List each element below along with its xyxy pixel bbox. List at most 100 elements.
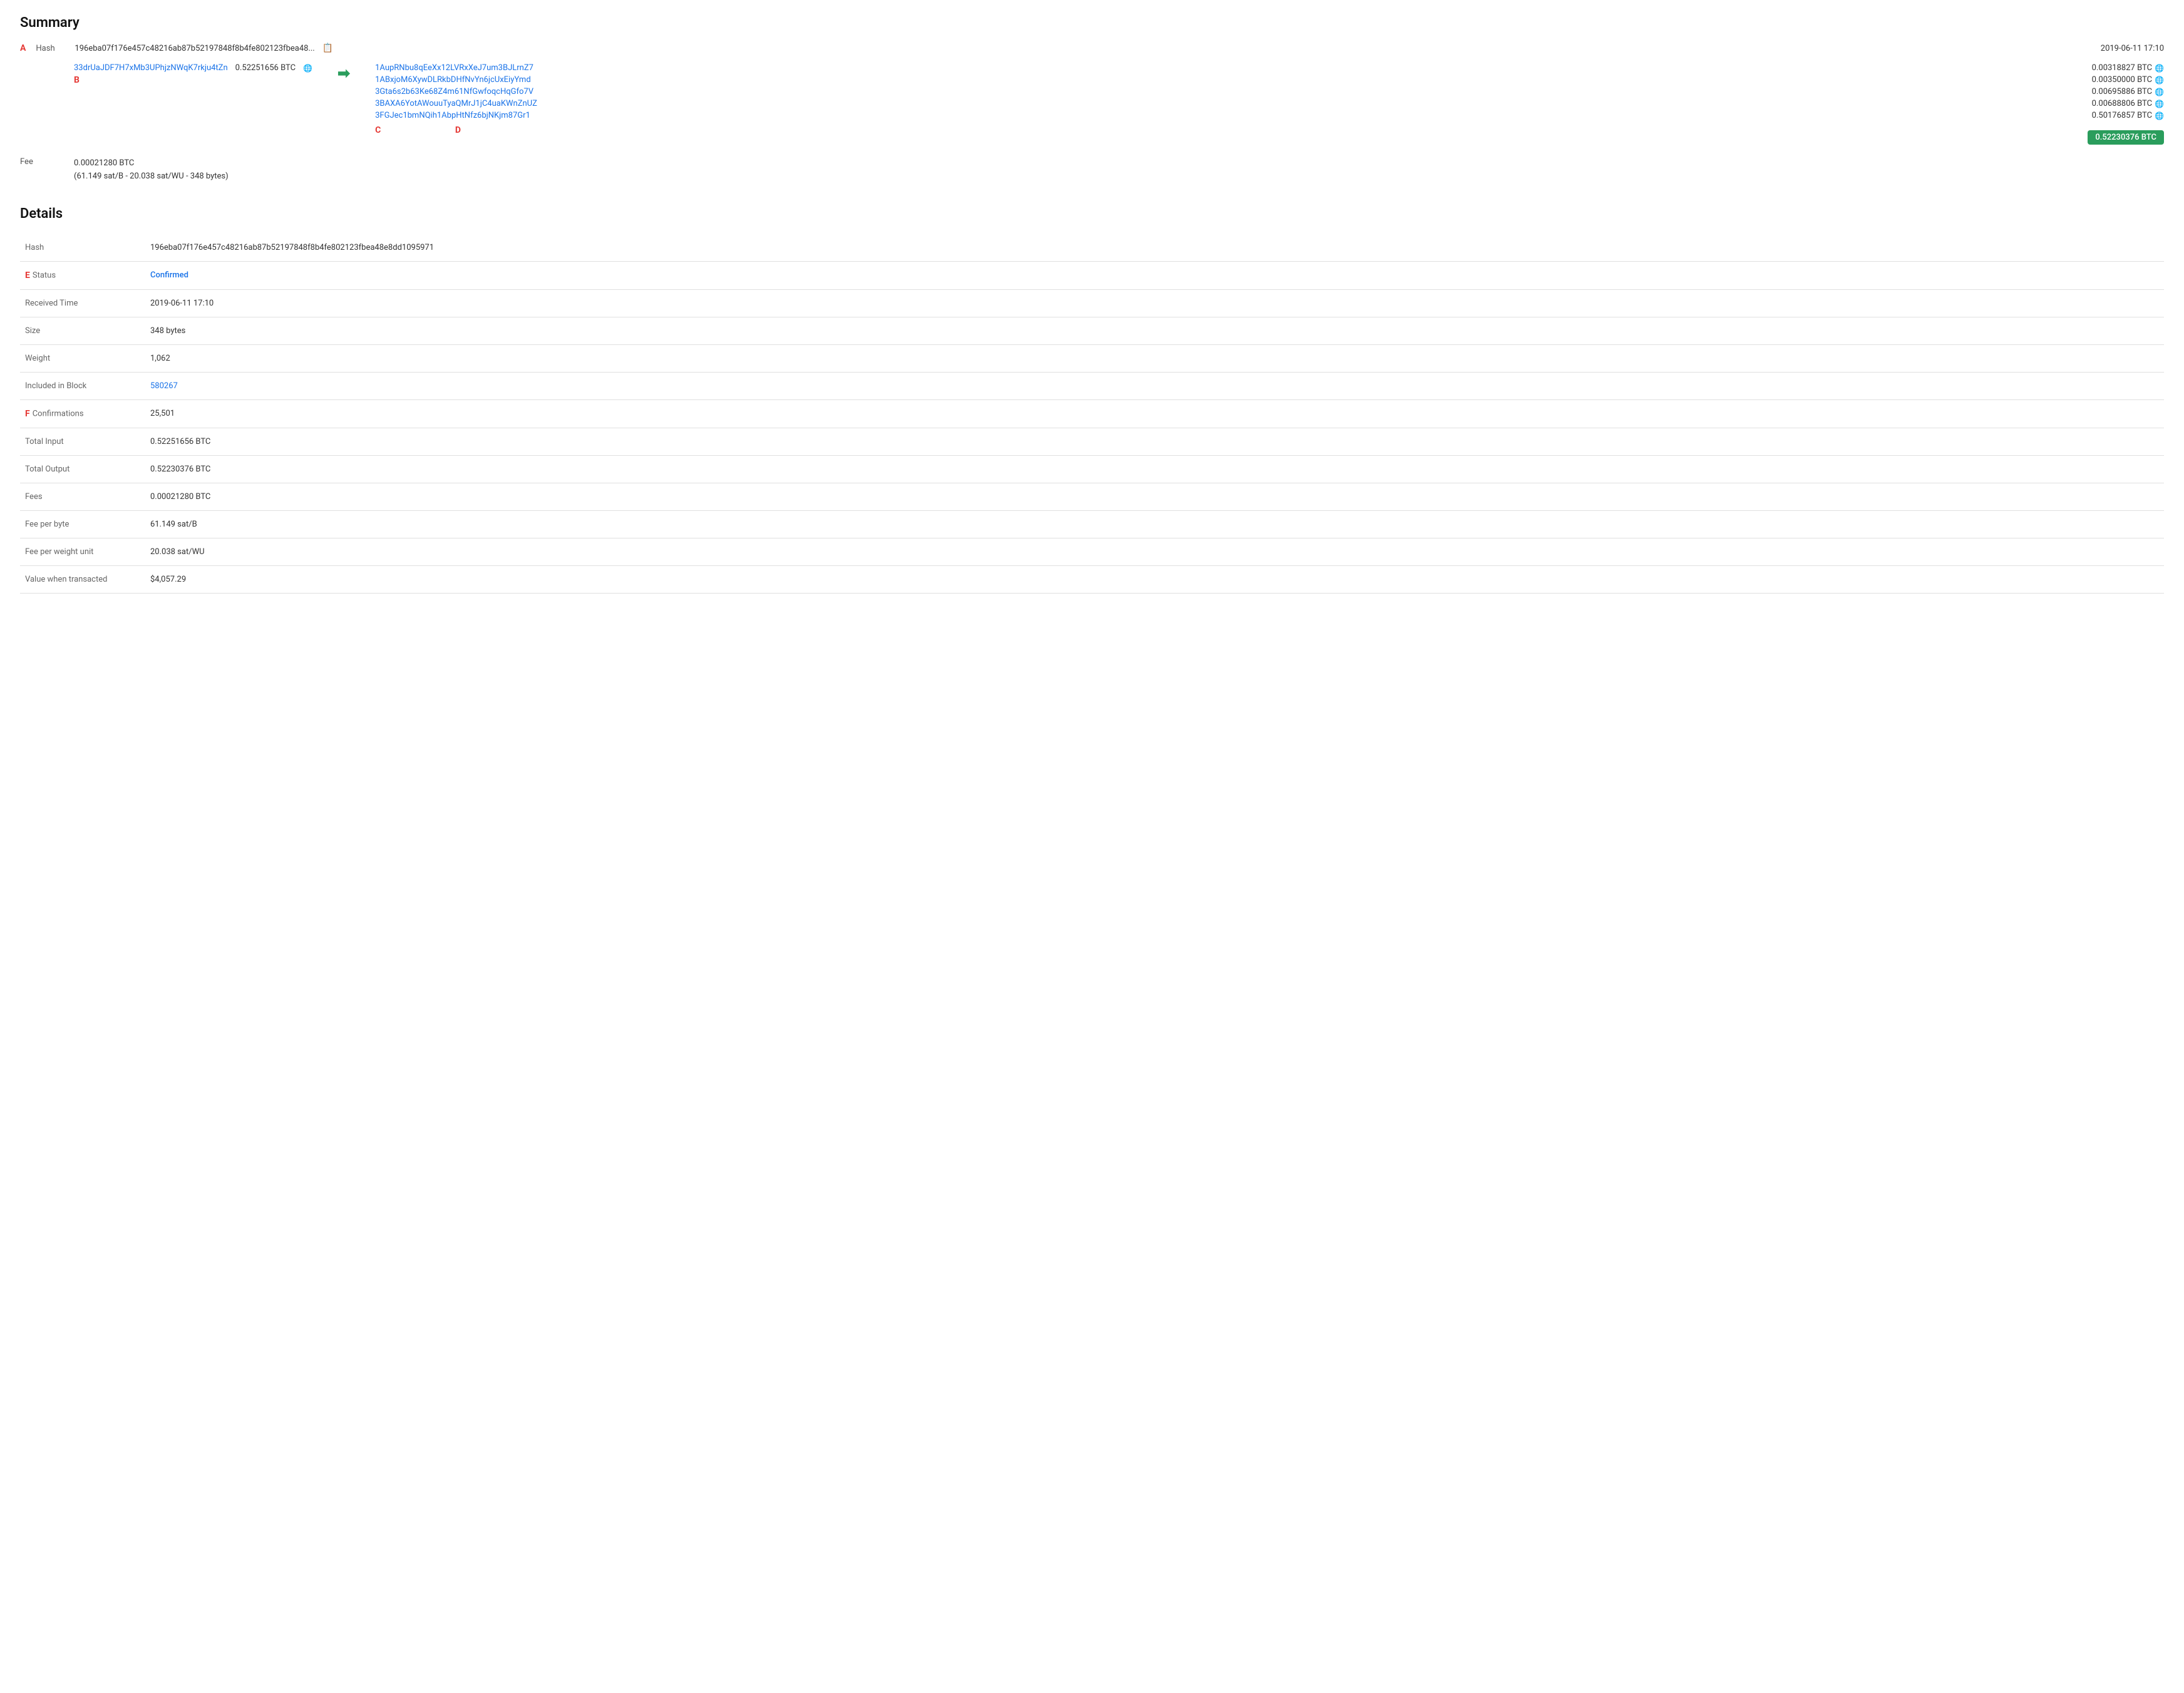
annotation-d: D xyxy=(455,125,461,135)
detail-label: EStatus xyxy=(20,261,145,289)
output-item: 1ABxjoM6XywDLRkbDHfNvYn6jcUxEiyYmd 0.003… xyxy=(375,75,2164,85)
fee-row: Fee 0.00021280 BTC (61.149 sat/B - 20.03… xyxy=(20,157,2164,183)
annotation-b-container: B xyxy=(74,75,312,85)
output-item: 3Gta6s2b63Ke68Z4m61NfGwfoqcHqGfo7V 0.006… xyxy=(375,87,2164,96)
table-row: Hash 196eba07f176e457c48216ab87b52197848… xyxy=(20,234,2164,262)
annotation-b: B xyxy=(74,75,80,85)
annotation-c-d-container: C D xyxy=(375,125,2164,135)
detail-value-cell: 196eba07f176e457c48216ab87b52197848f8b4f… xyxy=(145,234,2164,262)
annotation-a: A xyxy=(20,43,26,53)
copy-icon[interactable]: 📋 xyxy=(322,43,333,53)
fee-label: Fee xyxy=(20,157,64,167)
btc-globe-icon: 🌐 xyxy=(303,64,312,73)
summary-tx-row: 33drUaJDF7H7xMb3UPhjzNWqK7rkju4tZn 0.522… xyxy=(20,63,2164,145)
detail-value-cell: 20.038 sat/WU xyxy=(145,538,2164,565)
detail-value-cell: 348 bytes xyxy=(145,317,2164,344)
detail-value: 0.00021280 BTC xyxy=(150,492,210,502)
detail-value: 2019-06-11 17:10 xyxy=(150,299,214,308)
outputs-col: 1AupRNbu8qEeXx12LVRxXeJ7um3BJLrnZ7 0.003… xyxy=(375,63,2164,145)
detail-label: Hash xyxy=(20,234,145,262)
output-item: 3BAXA6YotAWouuTyaQMrJ1jC4uaKWnZnUZ 0.006… xyxy=(375,99,2164,108)
arrow-icon: ➡ xyxy=(337,64,350,82)
detail-value: 25,501 xyxy=(150,409,175,418)
btc-globe-icon: 🌐 xyxy=(2155,76,2164,85)
output-item: 1AupRNbu8qEeXx12LVRxXeJ7um3BJLrnZ7 0.003… xyxy=(375,63,2164,73)
tx-label-spacer xyxy=(20,63,64,66)
detail-value: 348 bytes xyxy=(150,326,185,336)
fee-value: 0.00021280 BTC (61.149 sat/B - 20.038 sa… xyxy=(74,157,229,183)
output-amount: 0.00318827 BTC 🌐 xyxy=(2092,63,2164,73)
detail-label: Value when transacted xyxy=(20,565,145,593)
detail-value-cell: $4,057.29 xyxy=(145,565,2164,593)
table-row: Size 348 bytes xyxy=(20,317,2164,344)
table-row: EStatus Confirmed xyxy=(20,261,2164,289)
detail-value-cell: 25,501 xyxy=(145,399,2164,428)
annotation-f: F xyxy=(25,409,30,419)
detail-value: 20.038 sat/WU xyxy=(150,547,205,557)
btc-globe-icon: 🌐 xyxy=(2155,100,2164,108)
details-title: Details xyxy=(20,206,2164,222)
output-address[interactable]: 1AupRNbu8qEeXx12LVRxXeJ7um3BJLrnZ7 xyxy=(375,63,533,73)
detail-value-cell: Confirmed xyxy=(145,261,2164,289)
detail-value: 196eba07f176e457c48216ab87b52197848f8b4f… xyxy=(150,243,434,252)
output-address[interactable]: 3FGJec1bmNQih1AbpHtNfz6bjNKjm87Gr1 xyxy=(375,111,530,120)
detail-label: Fee per weight unit xyxy=(20,538,145,565)
table-row: Value when transacted $4,057.29 xyxy=(20,565,2164,593)
detail-label: Total Output xyxy=(20,455,145,483)
output-amount: 0.50176857 BTC 🌐 xyxy=(2092,111,2164,120)
details-table: Hash 196eba07f176e457c48216ab87b52197848… xyxy=(20,234,2164,594)
output-amount: 0.00350000 BTC 🌐 xyxy=(2092,75,2164,85)
table-row: Total Input 0.52251656 BTC xyxy=(20,428,2164,455)
input-amount: 0.52251656 BTC xyxy=(235,63,296,73)
detail-value-cell: 2019-06-11 17:10 xyxy=(145,289,2164,317)
table-row: Received Time 2019-06-11 17:10 xyxy=(20,289,2164,317)
detail-value: 0.52230376 BTC xyxy=(150,465,210,474)
detail-label: FConfirmations xyxy=(20,399,145,428)
output-address[interactable]: 3BAXA6YotAWouuTyaQMrJ1jC4uaKWnZnUZ xyxy=(375,99,537,108)
detail-value: $4,057.29 xyxy=(150,575,186,584)
btc-globe-icon: 🌐 xyxy=(2155,64,2164,73)
inputs-col: 33drUaJDF7H7xMb3UPhjzNWqK7rkju4tZn 0.522… xyxy=(74,63,312,85)
detail-label: Fee per byte xyxy=(20,510,145,538)
summary-title: Summary xyxy=(20,15,2164,31)
outputs-list: 1AupRNbu8qEeXx12LVRxXeJ7um3BJLrnZ7 0.003… xyxy=(375,63,2164,120)
summary-date: 2019-06-11 17:10 xyxy=(2101,44,2164,53)
output-amount: 0.00688806 BTC 🌐 xyxy=(2092,99,2164,108)
output-item: 3FGJec1bmNQih1AbpHtNfz6bjNKjm87Gr1 0.501… xyxy=(375,111,2164,120)
detail-value-cell: 0.52230376 BTC xyxy=(145,455,2164,483)
details-section: Details Hash 196eba07f176e457c48216ab87b… xyxy=(20,206,2164,594)
table-row: Fees 0.00021280 BTC xyxy=(20,483,2164,510)
detail-label: Fees xyxy=(20,483,145,510)
btc-globe-icon: 🌐 xyxy=(2155,88,2164,96)
output-address[interactable]: 1ABxjoM6XywDLRkbDHfNvYn6jcUxEiyYmd xyxy=(375,75,531,85)
detail-value: 61.149 sat/B xyxy=(150,520,197,529)
detail-label: Received Time xyxy=(20,289,145,317)
detail-label: Total Input xyxy=(20,428,145,455)
detail-value: 0.52251656 BTC xyxy=(150,437,210,446)
block-link[interactable]: 580267 xyxy=(150,381,178,391)
input-address[interactable]: 33drUaJDF7H7xMb3UPhjzNWqK7rkju4tZn xyxy=(74,63,228,73)
total-output-badge: 0.52230376 BTC xyxy=(2088,130,2164,145)
output-address[interactable]: 3Gta6s2b63Ke68Z4m61NfGwfoqcHqGfo7V xyxy=(375,87,533,96)
fee-detail: (61.149 sat/B - 20.038 sat/WU - 348 byte… xyxy=(74,170,229,183)
btc-globe-icon: 🌐 xyxy=(2155,111,2164,120)
summary-hash-row: A Hash 196eba07f176e457c48216ab87b521978… xyxy=(20,43,2164,53)
status-value: Confirmed xyxy=(150,270,188,280)
summary-hash-value: 196eba07f176e457c48216ab87b52197848f8b4f… xyxy=(75,44,314,53)
annotation-e: E xyxy=(25,270,30,280)
fee-main: 0.00021280 BTC xyxy=(74,157,229,170)
detail-label: Size xyxy=(20,317,145,344)
detail-value-cell: 580267 xyxy=(145,372,2164,399)
summary-section: Summary A Hash 196eba07f176e457c48216ab8… xyxy=(20,15,2164,183)
detail-value-cell: 61.149 sat/B xyxy=(145,510,2164,538)
output-amount: 0.00695886 BTC 🌐 xyxy=(2092,87,2164,96)
table-row: Total Output 0.52230376 BTC xyxy=(20,455,2164,483)
table-row: Weight 1,062 xyxy=(20,344,2164,372)
detail-value-cell: 0.52251656 BTC xyxy=(145,428,2164,455)
input-item: 33drUaJDF7H7xMb3UPhjzNWqK7rkju4tZn 0.522… xyxy=(74,63,312,73)
detail-value-cell: 0.00021280 BTC xyxy=(145,483,2164,510)
detail-label: Included in Block xyxy=(20,372,145,399)
arrow-col: ➡ xyxy=(322,63,365,82)
detail-value: 1,062 xyxy=(150,354,170,363)
table-row: Fee per byte 61.149 sat/B xyxy=(20,510,2164,538)
